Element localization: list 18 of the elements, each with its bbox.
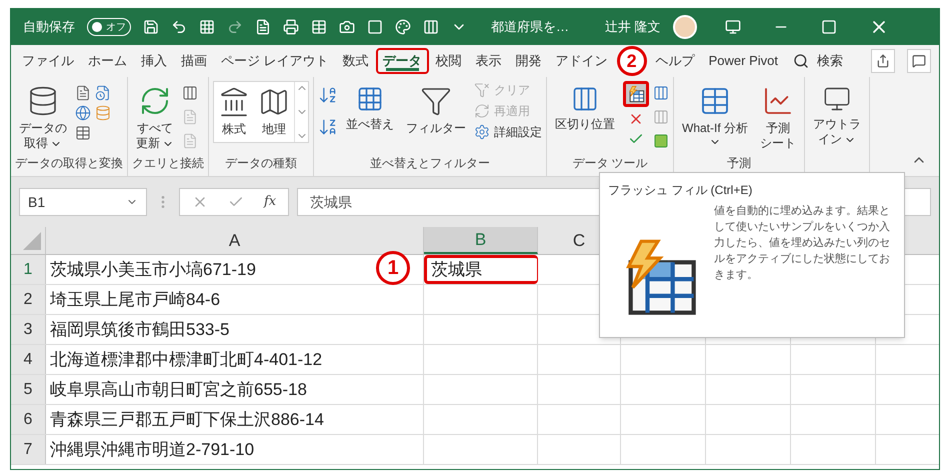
tooltip-description: 値を自動的に埋め込みます。結果として使いたいサンプルをいくつか入力したら、値を埋め込みたい列のセルをアクティブにした状態にしておきます。	[714, 204, 891, 283]
file-name: 都道府県を…	[491, 18, 569, 36]
table-cell: 青森県三戸郡五戸町下保土沢886-14	[46, 405, 424, 434]
user-name: 辻井 隆文	[605, 18, 661, 36]
tooltip-title: フラッシュ フィル (Ctrl+E)	[608, 182, 754, 199]
group-label: 並べ替えとフィルター	[369, 155, 491, 172]
table-cell: 北海道標津郡中標津町北町4-401-12	[46, 345, 424, 374]
step-number-marker: 2	[616, 46, 647, 76]
group-label: クエリと接続	[132, 155, 204, 172]
autosave-label: 自動保存	[23, 18, 75, 36]
group-label: データの取得と変換	[15, 155, 123, 172]
group-label: データ ツール	[571, 155, 649, 172]
group-label: データの種類	[224, 155, 298, 172]
table-cell: 茨城県	[424, 255, 538, 284]
group-label: 予測	[726, 155, 752, 172]
table-cell: 岐阜県高山市朝日町宮之前655-18	[46, 375, 424, 404]
table-cell: 沖縄県沖縄市明道2-791-10	[46, 435, 424, 464]
table-cell: 福岡県筑後市鶴田533-5	[46, 315, 424, 344]
